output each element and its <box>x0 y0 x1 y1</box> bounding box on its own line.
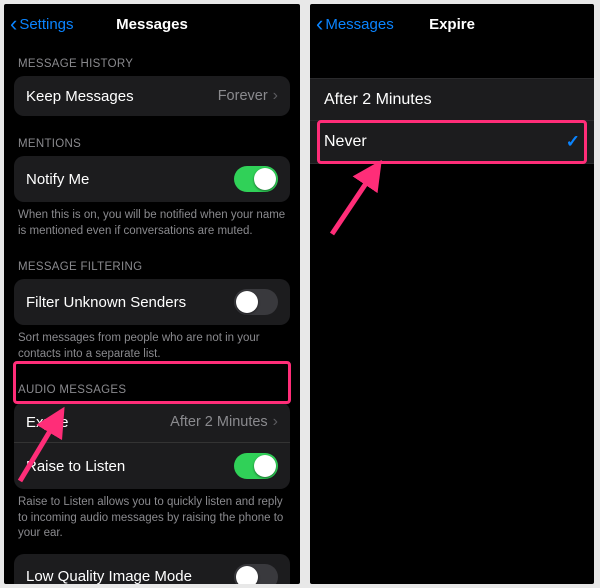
section-header-mentions: MENTIONS <box>4 116 300 156</box>
group-lowq: Low Quality Image Mode <box>14 554 290 584</box>
back-label: Settings <box>19 16 73 33</box>
group-mentions: Notify Me <box>14 156 290 202</box>
section-header-audio: AUDIO MESSAGES <box>4 362 300 402</box>
expire-screen: ‹ Messages Expire After 2 Minutes Never … <box>310 4 594 584</box>
filter-switch[interactable] <box>234 289 278 315</box>
nav-bar: ‹ Settings Messages <box>4 4 300 44</box>
cell-label: Low Quality Image Mode <box>26 568 192 584</box>
cell-value: After 2 Minutes › <box>170 413 278 431</box>
cell-label: Filter Unknown Senders <box>26 294 186 311</box>
chevron-right-icon: › <box>273 413 278 431</box>
back-button[interactable]: ‹ Settings <box>10 13 74 35</box>
group-filtering: Filter Unknown Senders <box>14 279 290 325</box>
chevron-right-icon: › <box>273 87 278 105</box>
filter-unknown-cell[interactable]: Filter Unknown Senders <box>14 279 290 325</box>
footer-raise: Raise to Listen allows you to quickly li… <box>4 489 300 542</box>
keep-messages-cell[interactable]: Keep Messages Forever › <box>14 76 290 116</box>
group-audio: Expire After 2 Minutes › Raise to Listen <box>14 402 290 489</box>
footer-filter: Sort messages from people who are not in… <box>4 325 300 362</box>
option-never[interactable]: Never ✓ <box>310 121 594 164</box>
cell-label: Expire <box>26 414 69 431</box>
footer-notify: When this is on, you will be notified wh… <box>4 202 300 239</box>
cell-label: Notify Me <box>26 171 89 188</box>
section-header-filtering: MESSAGE FILTERING <box>4 239 300 279</box>
notify-me-switch[interactable] <box>234 166 278 192</box>
raise-to-listen-cell[interactable]: Raise to Listen <box>14 442 290 489</box>
chevron-left-icon: ‹ <box>316 13 323 35</box>
checkmark-icon: ✓ <box>566 132 580 152</box>
nav-bar: ‹ Messages Expire <box>310 4 594 44</box>
expire-cell[interactable]: Expire After 2 Minutes › <box>14 402 290 442</box>
low-quality-cell[interactable]: Low Quality Image Mode <box>14 554 290 584</box>
option-label: Never <box>324 133 367 151</box>
back-label: Messages <box>325 16 393 33</box>
cell-value: Forever › <box>218 87 278 105</box>
expire-options-list: After 2 Minutes Never ✓ <box>310 78 594 164</box>
group-history: Keep Messages Forever › <box>14 76 290 116</box>
option-after-2-minutes[interactable]: After 2 Minutes <box>310 79 594 121</box>
option-label: After 2 Minutes <box>324 91 432 109</box>
raise-switch[interactable] <box>234 453 278 479</box>
notify-me-cell[interactable]: Notify Me <box>14 156 290 202</box>
cell-label: Keep Messages <box>26 88 134 105</box>
annotation-arrow <box>324 152 404 242</box>
lowq-switch[interactable] <box>234 564 278 584</box>
back-button[interactable]: ‹ Messages <box>316 13 394 35</box>
messages-settings-screen: ‹ Settings Messages MESSAGE HISTORY Keep… <box>4 4 300 584</box>
cell-label: Raise to Listen <box>26 458 125 475</box>
chevron-left-icon: ‹ <box>10 13 17 35</box>
section-header-history: MESSAGE HISTORY <box>4 44 300 76</box>
